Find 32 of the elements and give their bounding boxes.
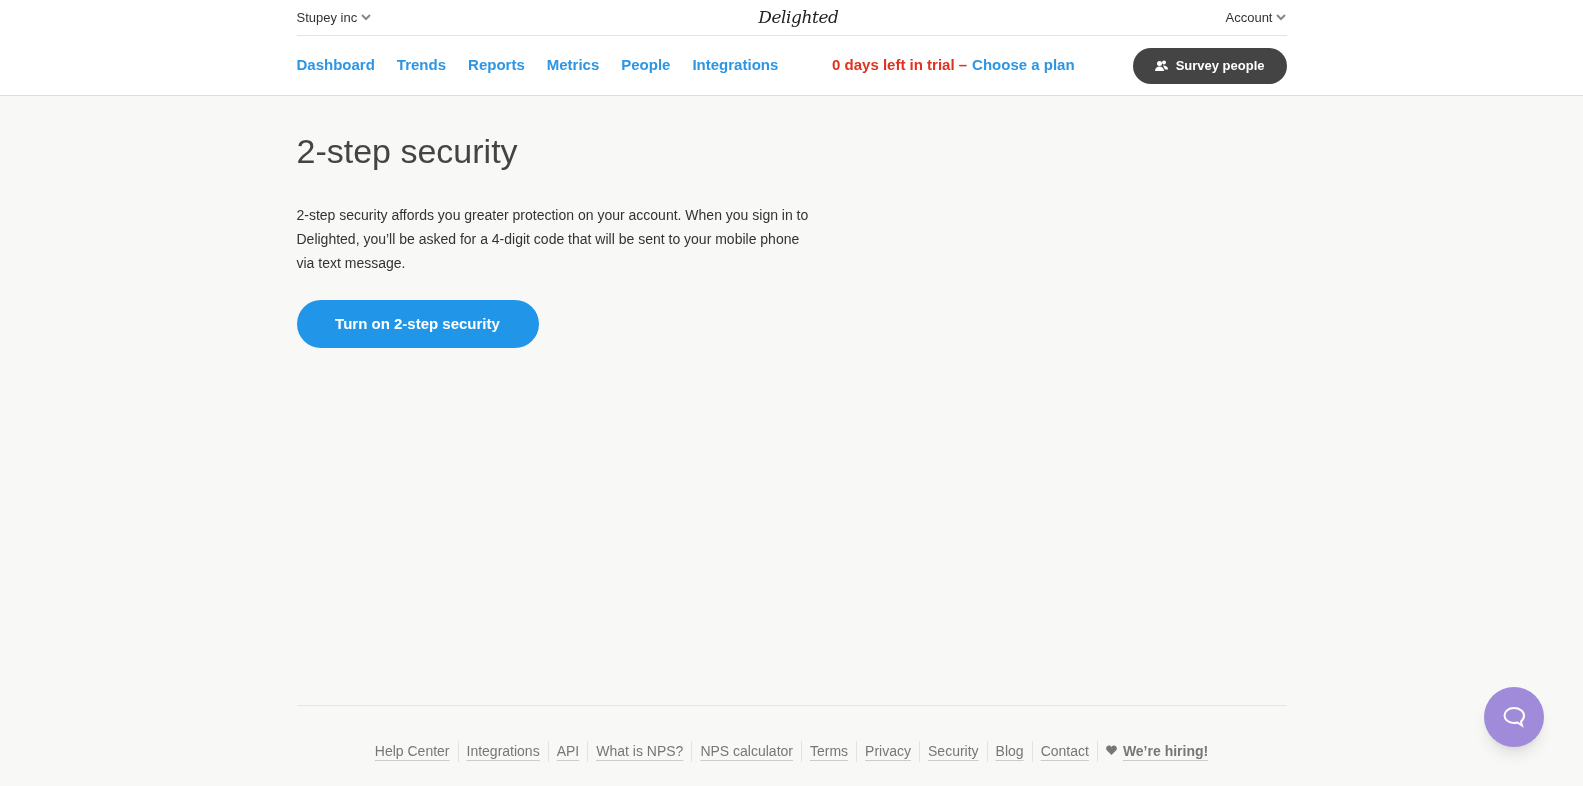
logo[interactable]: Delighted xyxy=(758,4,839,31)
nav-link[interactable]: Dashboard xyxy=(296,54,375,77)
footer-link[interactable]: Help Center xyxy=(374,741,450,762)
organization-dropdown[interactable]: Stupey inc xyxy=(296,7,372,28)
nav-link[interactable]: Integrations xyxy=(692,54,779,77)
nav-link[interactable]: People xyxy=(621,54,671,77)
chevron-down-icon xyxy=(361,14,372,21)
footer-link[interactable]: Contact xyxy=(1040,741,1089,762)
chevron-down-icon xyxy=(1276,14,1287,21)
turn-on-button[interactable]: Turn on 2-step security xyxy=(296,300,539,348)
footer-link[interactable]: Integrations xyxy=(466,741,540,762)
footer-link[interactable]: Blog xyxy=(995,741,1024,762)
trial-notice: 0 days left in trial – xyxy=(832,55,968,76)
chat-bubble-icon xyxy=(1502,706,1526,728)
nav-link[interactable]: Reports xyxy=(468,54,525,77)
footer-link[interactable]: API xyxy=(556,741,580,762)
page-title: 2-step security xyxy=(296,131,519,172)
survey-people-button[interactable]: Survey people xyxy=(1132,47,1287,84)
choose-plan-link[interactable]: Choose a plan xyxy=(972,54,1075,77)
footer-link[interactable]: Terms xyxy=(810,741,849,762)
account-dropdown[interactable]: Account xyxy=(1225,7,1287,28)
nav-link[interactable]: Metrics xyxy=(546,54,600,77)
footer-link[interactable]: Privacy xyxy=(865,741,911,762)
nav-link[interactable]: Trends xyxy=(396,54,447,77)
footer-link[interactable]: What is NPS? xyxy=(596,741,684,762)
people-icon xyxy=(1154,60,1168,71)
chat-button[interactable] xyxy=(1484,687,1544,747)
hiring-link[interactable]: We’re hiring! xyxy=(1122,741,1209,762)
description-text: 2-step security affords you greater protection on your account. When you sign in to Delighted, you’ll be asked for a 4-digit code that will be sent to your mobile phone via text message. xyxy=(296,206,810,273)
footer-link[interactable]: NPS calculator xyxy=(700,741,793,762)
footer-link[interactable]: Security xyxy=(928,741,979,762)
heart-icon xyxy=(1105,744,1117,755)
